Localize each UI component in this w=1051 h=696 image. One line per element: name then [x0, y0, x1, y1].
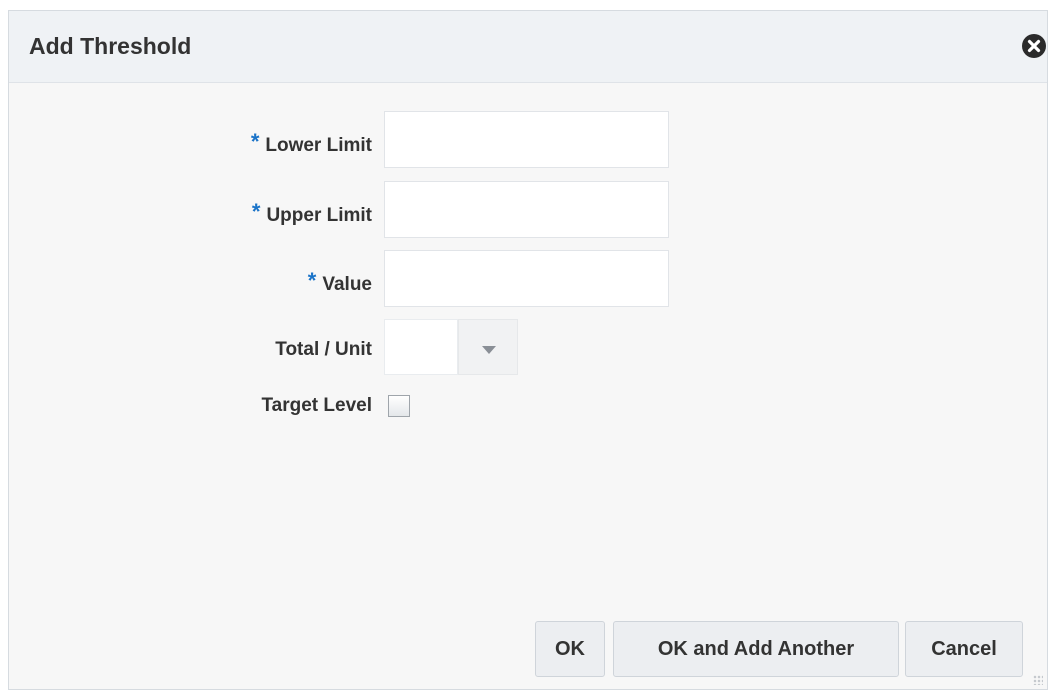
lower-limit-label: * Lower Limit	[250, 129, 372, 157]
close-icon[interactable]	[1021, 33, 1047, 59]
lower-limit-label-text: Lower Limit	[265, 135, 372, 156]
ok-and-add-another-button[interactable]: OK and Add Another	[613, 621, 899, 677]
resize-grip-icon[interactable]	[1033, 675, 1043, 685]
value-input[interactable]	[384, 250, 669, 307]
upper-limit-label: * Upper Limit	[251, 199, 372, 227]
total-unit-label: Total / Unit	[275, 339, 372, 360]
target-level-checkbox[interactable]	[388, 395, 410, 417]
chevron-down-icon	[482, 346, 496, 354]
cancel-button[interactable]: Cancel	[905, 621, 1023, 677]
target-level-label: Target Level	[261, 395, 372, 416]
upper-limit-row: * Upper Limit	[9, 181, 709, 241]
dialog-header: Add Threshold	[9, 11, 1047, 83]
required-marker: *	[251, 199, 261, 224]
add-threshold-dialog: Add Threshold * Lower Limit * Upper Limit …	[8, 10, 1048, 690]
total-unit-dropdown-button[interactable]	[458, 319, 518, 375]
upper-limit-label-text: Upper Limit	[266, 205, 372, 226]
ok-button[interactable]: OK	[535, 621, 605, 677]
lower-limit-input[interactable]	[384, 111, 669, 168]
value-label-text: Value	[322, 274, 372, 295]
required-marker: *	[307, 268, 317, 293]
total-unit-select[interactable]	[384, 319, 458, 375]
dialog-title: Add Threshold	[29, 33, 192, 59]
value-label: * Value	[307, 268, 372, 296]
value-row: * Value	[9, 250, 709, 310]
total-unit-row: Total / Unit	[9, 319, 709, 379]
target-level-row: Target Level	[9, 381, 709, 441]
upper-limit-input[interactable]	[384, 181, 669, 238]
required-marker: *	[250, 129, 260, 154]
lower-limit-row: * Lower Limit	[9, 111, 709, 171]
